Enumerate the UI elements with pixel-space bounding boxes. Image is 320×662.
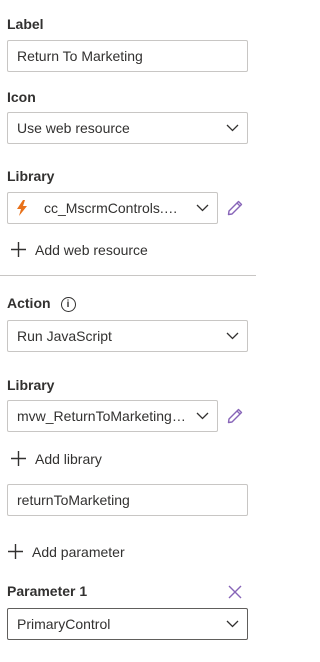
chevron-down-icon bbox=[217, 113, 247, 143]
action-dropdown-value: Run JavaScript bbox=[17, 328, 112, 344]
chevron-down-icon bbox=[187, 401, 217, 431]
add-parameter-button[interactable]: Add parameter bbox=[7, 543, 125, 560]
label-input[interactable]: Return To Marketing bbox=[7, 40, 248, 72]
action-dropdown[interactable]: Run JavaScript bbox=[7, 320, 248, 352]
add-library-button[interactable]: Add library bbox=[10, 450, 102, 467]
add-web-resource-button[interactable]: Add web resource bbox=[10, 241, 148, 258]
function-name-input[interactable]: returnToMarketing bbox=[7, 484, 248, 516]
parameter-1-value: PrimaryControl bbox=[17, 616, 111, 632]
chevron-down-icon bbox=[217, 321, 247, 351]
action-title: Action i bbox=[7, 295, 76, 312]
library-2-dropdown[interactable]: mvw_ReturnToMarketingC... bbox=[7, 400, 218, 432]
edit-pencil-icon[interactable] bbox=[225, 406, 245, 426]
icon-dropdown[interactable]: Use web resource bbox=[7, 112, 248, 144]
plus-icon bbox=[10, 450, 27, 467]
section-divider bbox=[0, 275, 256, 276]
function-name-value: returnToMarketing bbox=[17, 492, 130, 508]
close-icon[interactable] bbox=[225, 582, 245, 602]
plus-icon bbox=[10, 241, 27, 258]
plus-icon bbox=[7, 543, 24, 560]
parameter-1-title: Parameter 1 bbox=[7, 583, 88, 599]
icon-title: Icon bbox=[7, 89, 36, 105]
chevron-down-icon bbox=[187, 193, 217, 223]
library-2-title: Library bbox=[7, 377, 55, 393]
chevron-down-icon bbox=[217, 609, 247, 639]
info-icon[interactable]: i bbox=[60, 296, 76, 312]
library-2-value: mvw_ReturnToMarketingC... bbox=[17, 408, 187, 424]
lightning-icon bbox=[16, 200, 30, 216]
library-1-dropdown[interactable]: cc_MscrmControls.Ge... bbox=[7, 192, 218, 224]
add-library-label: Add library bbox=[35, 450, 102, 467]
label-title: Label bbox=[7, 16, 44, 32]
label-input-value: Return To Marketing bbox=[17, 48, 143, 64]
add-parameter-label: Add parameter bbox=[32, 543, 125, 560]
action-title-text: Action bbox=[7, 295, 51, 311]
library-1-title: Library bbox=[7, 168, 55, 184]
parameter-1-dropdown[interactable]: PrimaryControl bbox=[7, 608, 248, 640]
icon-dropdown-value: Use web resource bbox=[17, 120, 130, 136]
add-web-resource-label: Add web resource bbox=[35, 241, 148, 258]
library-1-value: cc_MscrmControls.Ge... bbox=[44, 200, 187, 216]
edit-pencil-icon[interactable] bbox=[225, 198, 245, 218]
